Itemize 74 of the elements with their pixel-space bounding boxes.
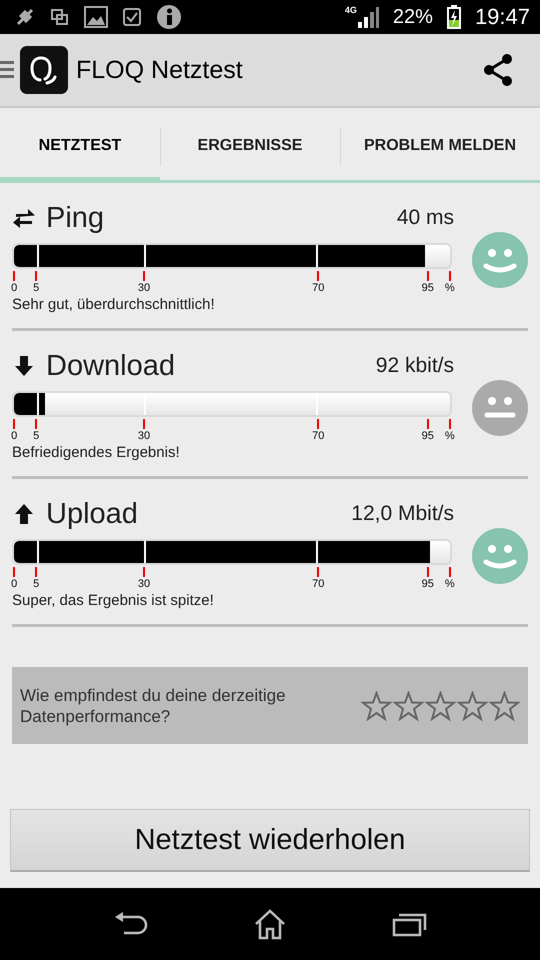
network-type: 4G xyxy=(344,5,357,15)
metric-name: Upload xyxy=(46,498,138,530)
recent-apps-icon[interactable] xyxy=(392,911,428,937)
star-icon[interactable] xyxy=(489,690,520,720)
tick-label: % xyxy=(444,282,455,294)
windows-icon xyxy=(50,7,70,27)
tick-mark xyxy=(35,419,38,429)
metric-value: 92 kbit/s xyxy=(376,354,454,378)
tick-label: 30 xyxy=(138,430,150,442)
tick-label: 5 xyxy=(33,578,40,590)
tick-mark xyxy=(448,419,451,429)
tick-mark xyxy=(13,271,16,281)
metric-name: Ping xyxy=(46,202,104,234)
tick-mark xyxy=(35,271,38,281)
tick-mark xyxy=(13,567,16,577)
metric-name: Download xyxy=(46,350,175,382)
star-icon[interactable] xyxy=(393,690,424,720)
rating-question: Wie empfindest du deine derzeitige Datenperformance? xyxy=(20,684,287,726)
tick-mark xyxy=(448,567,451,577)
repeat-test-button[interactable]: Netztest wiederholen xyxy=(10,809,530,872)
battery-icon xyxy=(446,5,461,29)
battery-percent: 22% xyxy=(392,6,433,28)
verdict-text: Sehr gut, überdurchschnittlich! xyxy=(12,296,216,313)
tick-mark xyxy=(143,271,145,281)
star-icon[interactable] xyxy=(361,690,392,720)
tick-label: 0 xyxy=(11,430,18,442)
tick-label: 70 xyxy=(312,578,324,590)
tick-label: % xyxy=(444,430,455,442)
signal-icon xyxy=(356,6,379,28)
tick-label: 95 xyxy=(422,282,434,294)
tick-mark xyxy=(426,567,429,577)
home-icon[interactable] xyxy=(252,908,287,940)
verdict-text: Super, das Ergebnis ist spitze! xyxy=(12,592,215,609)
tick-mark xyxy=(143,419,145,429)
tick-mark xyxy=(13,419,16,429)
info-icon xyxy=(156,4,182,30)
app-title: FLOQ Netztest xyxy=(76,56,243,84)
tick-label: 0 xyxy=(11,578,18,590)
up-arrow-icon xyxy=(12,502,36,526)
tick-label: 70 xyxy=(312,430,324,442)
star-icon[interactable] xyxy=(425,690,456,720)
tab[interactable]: ERGEBNISSE xyxy=(160,108,340,183)
plug-icon xyxy=(14,6,36,28)
clock: 19:47 xyxy=(474,4,530,30)
tick-label: 95 xyxy=(422,430,434,442)
tick-mark xyxy=(143,567,145,577)
star-icon[interactable] xyxy=(457,690,488,720)
share-icon[interactable] xyxy=(482,53,514,87)
tick-label: 5 xyxy=(33,430,40,442)
tick-label: 5 xyxy=(33,282,40,294)
swap-arrows-icon xyxy=(12,206,36,230)
tick-label: % xyxy=(444,578,455,590)
tick-mark xyxy=(317,567,320,577)
metric-value: 40 ms xyxy=(396,206,454,230)
image-icon xyxy=(84,5,108,29)
tab[interactable]: PROBLEM MELDEN xyxy=(340,108,540,183)
tick-mark xyxy=(426,271,429,281)
star-rating[interactable] xyxy=(361,690,520,720)
checkbox-icon xyxy=(122,7,142,27)
app-logo xyxy=(20,46,68,94)
tick-mark xyxy=(426,419,429,429)
tick-label: 70 xyxy=(312,282,324,294)
tick-label: 30 xyxy=(138,578,150,590)
tab[interactable]: NETZTEST xyxy=(0,108,160,183)
tick-label: 95 xyxy=(422,578,434,590)
tick-label: 0 xyxy=(11,282,18,294)
tick-label: 30 xyxy=(138,282,150,294)
metric-value: 12,0 Mbit/s xyxy=(351,502,454,526)
tick-mark xyxy=(35,567,38,577)
verdict-text: Befriedigendes Ergebnis! xyxy=(12,444,181,461)
tick-mark xyxy=(317,271,320,281)
tick-mark xyxy=(448,271,451,281)
tick-mark xyxy=(317,419,320,429)
down-arrow-icon xyxy=(12,354,36,378)
